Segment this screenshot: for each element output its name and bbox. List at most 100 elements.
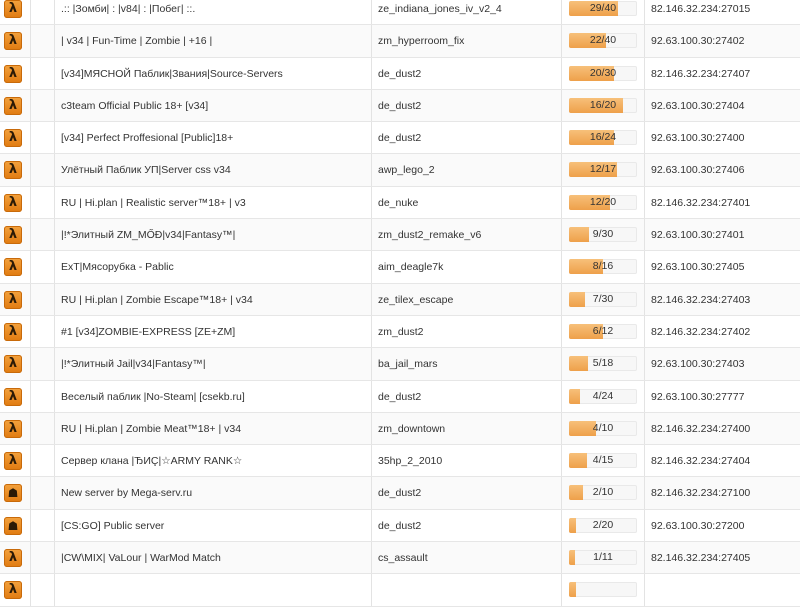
server-row[interactable]: λ Веселый паблик |No-Steam| [csekb.ru] de_… [0,380,800,413]
server-ip[interactable]: 92.63.100.30:27404 [651,90,744,122]
hl-icon: λ [4,161,22,180]
server-row[interactable]: λ |CW\MIX| VaLour | WarMod Match cs_assaul… [0,542,800,575]
server-ip[interactable]: 82.146.32.234:27100 [651,477,750,509]
server-name[interactable]: [v34] Perfect Proffesional [Public]18+ [61,122,233,154]
server-ip[interactable]: 82.146.32.234:27407 [651,58,750,90]
server-ip[interactable]: 82.146.32.234:27400 [651,413,750,445]
server-ip[interactable]: 92.63.100.30:27777 [651,381,744,413]
cs-icon-glyph: ☗ [7,518,19,533]
column-divider [54,154,55,186]
column-divider [644,348,645,380]
hl-icon-glyph: λ [8,420,18,436]
column-divider [561,574,562,606]
server-name[interactable]: New server by Mega-serv.ru [61,477,192,509]
players-bar: 16/20 [569,97,637,113]
cs-icon: ☗ [4,516,22,535]
server-row[interactable]: λ | v34 | Fun-Time | Zombie | +16 | zm_hyp… [0,25,800,58]
players-count: 29/40 [589,2,617,14]
players-bar: 8/16 [569,259,637,275]
server-row[interactable]: ☗ [CS:GO] Public server de_dust2 2/20 92.63.… [0,509,800,543]
server-name[interactable]: RU | Hi.plan | Realistic server™18+ | v3 [61,187,246,219]
server-ip[interactable]: 92.63.100.30:27406 [651,154,744,186]
server-name[interactable]: .:: |Зомби| : |v84| : |Побег| ::. [61,0,195,25]
players-count: 5/18 [592,357,614,370]
server-name[interactable]: RU | Hi.plan | Zombie Escape™18+ | v34 [61,284,253,316]
column-divider [644,315,645,348]
column-divider [644,509,645,542]
column-divider [30,445,31,477]
column-divider [644,283,645,315]
server-ip[interactable]: 92.63.100.30:27402 [651,25,744,57]
server-row[interactable]: λ |!*Элитный ZM_MŐĐ|v34|Fantasy™| zm_dust2… [0,219,800,252]
server-name[interactable]: Улётный Паблик УП|Server css v34 [61,154,231,186]
server-row[interactable]: λ [v34] Perfect Proffesional [Public]18+ d… [0,122,800,155]
server-ip[interactable]: 82.146.32.234:27405 [651,542,750,574]
server-name[interactable]: Сервер клана |ЂИÇ|☆ARMY RANK☆ [61,445,242,477]
server-row[interactable]: λ |!*Элитный Jail|v34|Fantasy™| ba_jail_ma… [0,348,800,381]
column-divider [371,89,372,122]
server-ip[interactable]: 82.146.32.234:27015 [651,0,750,25]
column-divider [371,380,372,412]
hl-icon: λ [4,322,22,341]
server-ip[interactable]: 92.63.100.30:27401 [651,219,744,251]
server-name[interactable]: |!*Элитный Jail|v34|Fantasy™| [61,348,206,380]
server-row[interactable]: λ RU | Hi.plan | Zombie Escape™18+ | v34 z… [0,283,800,316]
server-ip[interactable]: 82.146.32.234:27403 [651,284,750,316]
server-ip[interactable]: 92.63.100.30:27405 [651,251,744,283]
server-map: de_dust2 [378,390,422,403]
server-name[interactable]: RU | Hi.plan | Zombie Meat™18+ | v34 [61,413,241,445]
column-divider [561,380,562,412]
server-name[interactable]: |CW\MIX| VaLour | WarMod Match [61,542,221,574]
hl-icon-glyph: λ [8,550,18,566]
column-divider [371,315,372,348]
column-divider [371,348,372,380]
server-row[interactable]: λ [v34]МЯСНОЙ Паблик|Звания|Source-Server… [0,57,800,90]
server-ip[interactable]: 92.63.100.30:27403 [651,348,744,380]
server-ip[interactable]: 92.63.100.30:27200 [651,510,744,542]
players-count: 8/16 [592,260,614,273]
server-name[interactable]: Веселый паблик |No-Steam| [csekb.ru] [61,381,245,413]
server-row[interactable]: λ #1 [v34]ZOMBIE-EXPRESS [ZE+ZM] zm_dust2 6… [0,315,800,349]
server-name[interactable]: c3team Official Public 18+ [v34] [61,90,208,122]
server-name[interactable]: ExT|Мясорубка - Pablic [61,251,174,283]
players-bar: 12/20 [569,194,637,210]
server-row[interactable]: λ RU | Hi.plan | Realistic server™18+ | v… [0,186,800,220]
server-list-table: λ .:: |Зомби| : |v84| : |Побег| ::. ze_ind… [0,0,800,607]
column-divider [561,186,562,219]
players-bar: 1/11 [569,550,637,566]
column-divider [30,0,31,25]
players-count: 1/11 [593,551,613,564]
server-row[interactable]: ☗ New server by Mega-serv.ru de_dust2 2/10 8… [0,477,800,510]
server-map: de_dust2 [378,132,422,145]
server-ip[interactable]: 82.146.32.234:27404 [651,445,750,477]
server-row[interactable]: λ .:: |Зомби| : |v84| : |Побег| ::. ze_ind… [0,0,800,26]
server-row[interactable]: λ ExT|Мясорубка - Pablic aim_deagle7k 8/16 9… [0,251,800,284]
server-map: zm_downtown [378,422,446,435]
server-row[interactable]: λ Сервер клана |ЂИÇ|☆ARMY RANK☆ 35hp_2_201… [0,445,800,478]
column-divider [371,57,372,89]
server-name[interactable]: [CS:GO] Public server [61,510,164,542]
server-ip[interactable]: 92.63.100.30:27400 [651,122,744,154]
column-divider [54,348,55,380]
column-divider [644,89,645,122]
column-divider [30,25,31,57]
server-ip[interactable]: 82.146.32.234:27402 [651,316,750,348]
server-map: aim_deagle7k [378,261,444,274]
column-divider [644,542,645,574]
server-ip[interactable]: 82.146.32.234:27401 [651,187,750,219]
server-map: de_dust2 [378,487,422,500]
server-name[interactable]: |!*Элитный ZM_MŐĐ|v34|Fantasy™| [61,219,235,251]
column-divider [54,122,55,154]
column-divider [54,509,55,542]
column-divider [54,57,55,89]
hl-icon-glyph: λ [8,453,18,469]
server-row[interactable]: λ RU | Hi.plan | Zombie Meat™18+ | v34 zm_… [0,412,800,446]
server-name[interactable]: | v34 | Fun-Time | Zombie | +16 | [61,25,212,57]
server-name[interactable]: #1 [v34]ZOMBIE-EXPRESS [ZE+ZM] [61,316,235,348]
server-name[interactable]: [v34]МЯСНОЙ Паблик|Звания|Source-Servers [61,58,283,90]
column-divider [30,219,31,251]
column-divider [644,25,645,57]
server-row[interactable]: λ c3team Official Public 18+ [v34] de_dust… [0,89,800,123]
server-row[interactable]: λ [0,574,800,607]
server-row[interactable]: λ Улётный Паблик УП|Server css v34 awp_leg… [0,154,800,187]
